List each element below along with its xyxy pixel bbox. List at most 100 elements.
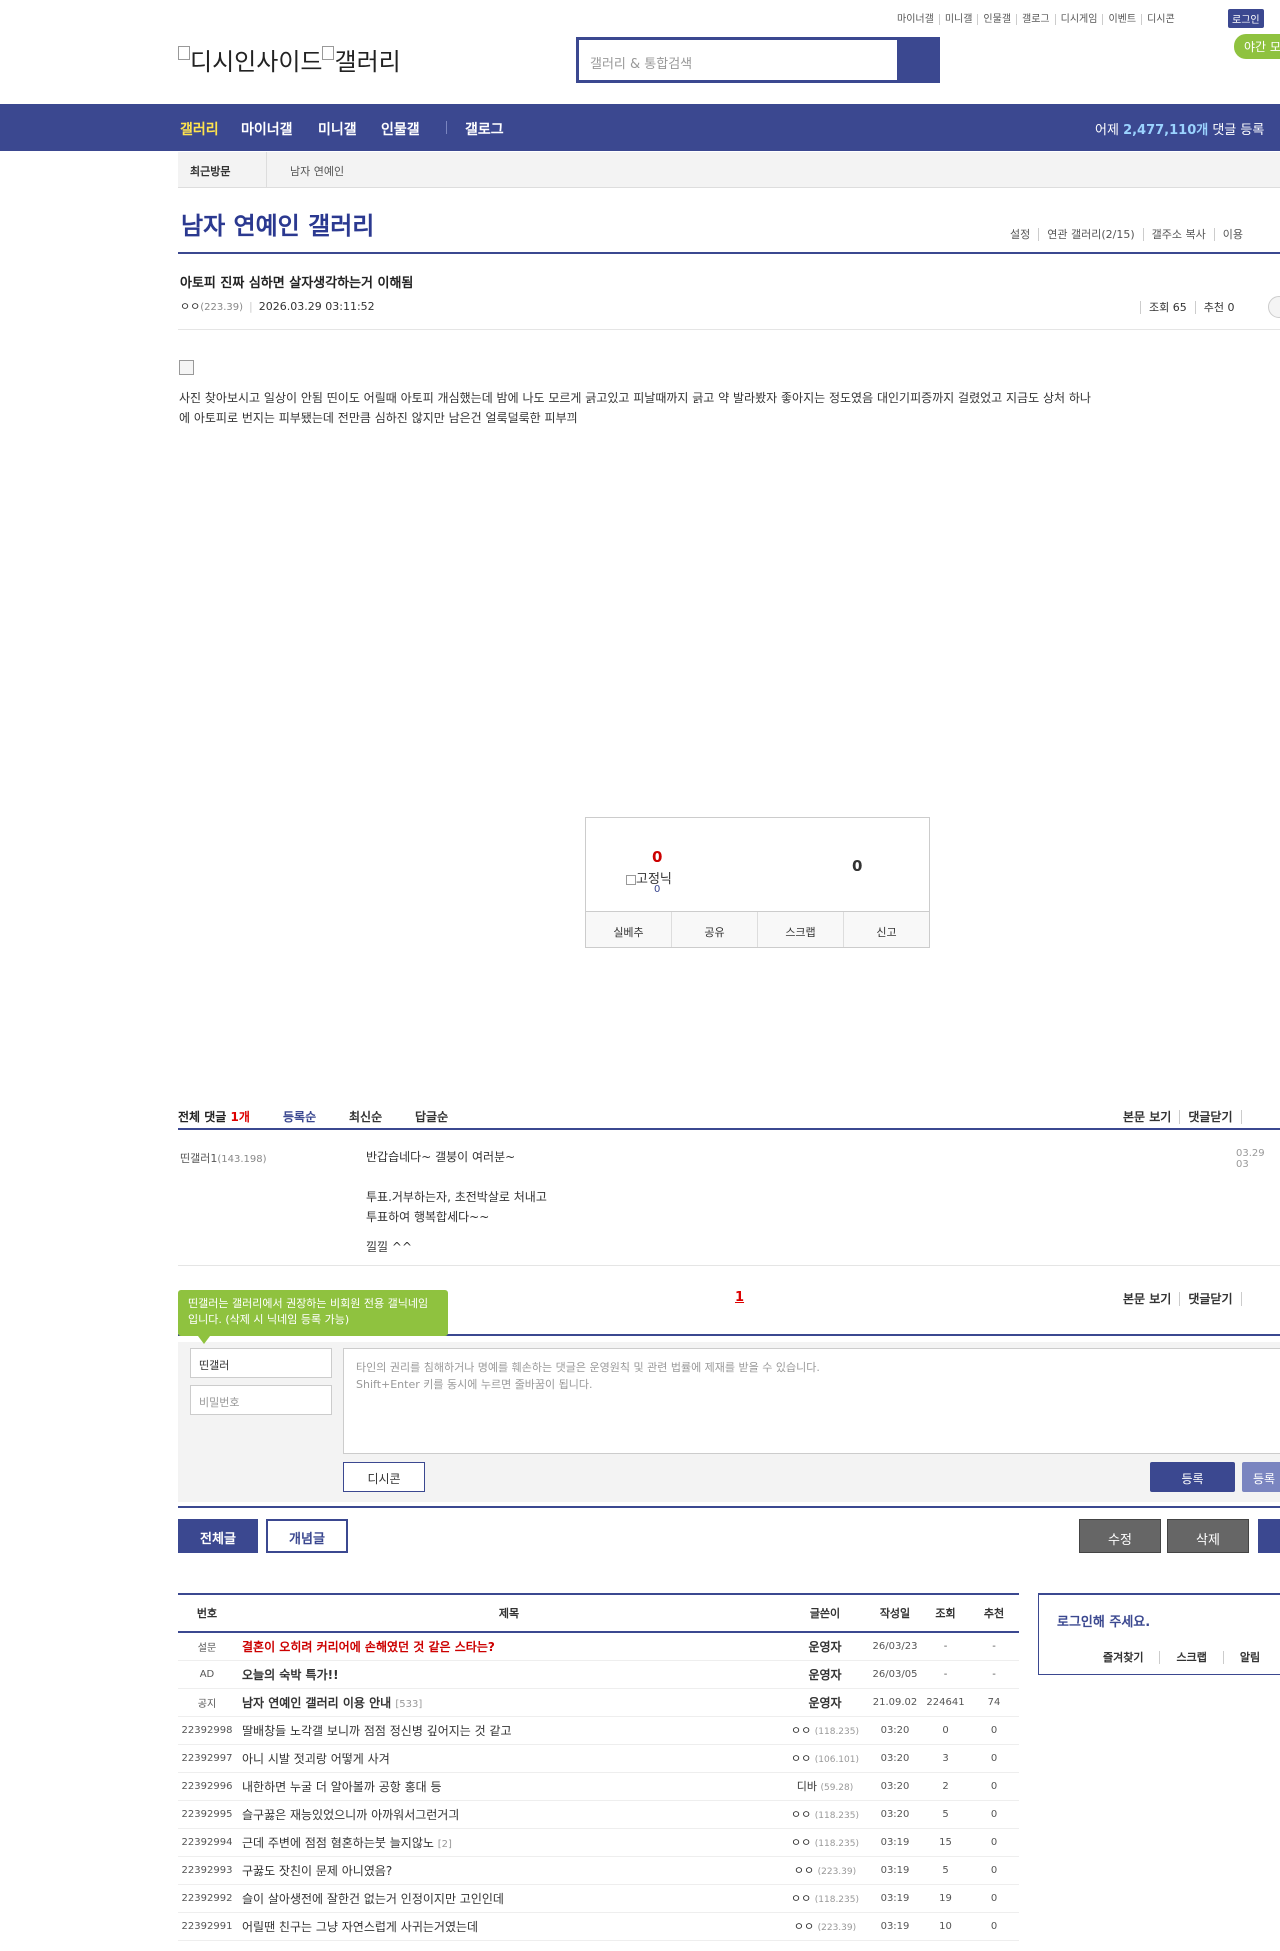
post-row[interactable]: 22392993 구꿇도 잣친이 문제 아니였음? ㅇㅇ (223.39) 03:1…	[178, 1856, 1019, 1885]
edit-button[interactable]: 수정	[1079, 1519, 1161, 1553]
nickname-input[interactable]: 띤갤러	[190, 1348, 332, 1378]
more-options-icon[interactable]	[1268, 296, 1280, 318]
nav-mini[interactable]: 미니갤	[318, 119, 357, 139]
close-comments-link-bottom[interactable]: 댓글닫기	[1179, 1292, 1241, 1306]
post-title-cell[interactable]: 구꿇도 잣친이 문제 아니였음?	[236, 1856, 782, 1885]
post-row[interactable]: AD 오늘의 숙박 특가!! 운영자 26/03/05- -	[178, 1660, 1019, 1689]
post-row[interactable]: 22392998 딸배창들 노각갤 보니까 점점 정신병 깊어지는 것 같고 ㅇㅇ…	[178, 1716, 1019, 1745]
gnb-link-dccon[interactable]: 디시콘	[1141, 14, 1180, 25]
post-row[interactable]: 22392997 아니 시발 젓괴랑 어떻게 사겨 ㅇㅇ (106.101) 03:…	[178, 1744, 1019, 1773]
report-button[interactable]: 신고	[843, 912, 929, 947]
delete-button[interactable]: 삭제	[1167, 1519, 1249, 1553]
post-row[interactable]: 22392996 내한하면 누굴 더 알아볼까 공항 홍대 등 디바 (59.28…	[178, 1772, 1019, 1801]
all-posts-button[interactable]: 전체글	[178, 1519, 258, 1553]
post-writer[interactable]: ㅇㅇ	[180, 300, 200, 313]
textarea-placeholder-line1: 타인의 권리를 침해하거나 명예를 훼손하는 댓글은 운영원칙 및 관련 법률에…	[356, 1361, 820, 1374]
sort-registered[interactable]: 등록순	[283, 1108, 316, 1125]
copy-address-link[interactable]: 갤주소 복사	[1142, 228, 1214, 241]
login-button[interactable]: 로그인	[1228, 9, 1264, 28]
gnb-link-minor[interactable]: 마이너갤	[892, 14, 939, 25]
register-button[interactable]: 등록	[1150, 1462, 1235, 1492]
post-writer-cell[interactable]: 운영자	[782, 1688, 868, 1717]
concept-posts-button[interactable]: 개념글	[266, 1519, 348, 1553]
gallery-title[interactable]: 남자 연예인 갤러리	[181, 206, 374, 241]
post-row-title[interactable]: 결혼이 오히려 커리어에 손해였던 것 같은 스타는?	[242, 1640, 495, 1654]
post-row-title[interactable]: 어릴땐 친구는 그냥 자연스럽게 사귀는거였는데	[242, 1920, 478, 1934]
password-input[interactable]: 비밀번호	[190, 1385, 332, 1415]
post-writer-cell[interactable]: ㅇㅇ (223.39)	[782, 1856, 868, 1885]
post-row[interactable]: 22392992 슬이 살아생전에 잘한건 없는거 인정이지만 고인인데 ㅇㅇ (…	[178, 1884, 1019, 1913]
post-title-cell[interactable]: 슬구꿇은 재능있었으니까 아까워서그런거긔	[236, 1800, 782, 1829]
comment-page-1[interactable]: 1	[735, 1290, 744, 1305]
post-row[interactable]: 22392995 슬구꿇은 재능있었으니까 아까워서그런거긔 ㅇㅇ (118.23…	[178, 1800, 1019, 1829]
gnb-link-mini[interactable]: 미니갤	[938, 14, 978, 25]
post-writer-cell[interactable]: ㅇㅇ (106.101)	[782, 1744, 868, 1773]
post-title-cell[interactable]: 어릴땐 친구는 그냥 자연스럽게 사귀는거였는데	[236, 1912, 782, 1941]
night-mode-button[interactable]: 야간 모	[1234, 34, 1280, 59]
sort-replies[interactable]: 답글순	[415, 1108, 448, 1125]
gnb-link-event[interactable]: 이벤트	[1102, 14, 1142, 25]
post-writer-cell[interactable]: 디바 (59.28)	[782, 1772, 868, 1801]
post-writer-cell[interactable]: ㅇㅇ (118.235)	[782, 1800, 868, 1829]
nav-gallery[interactable]: 갤러리	[180, 119, 219, 139]
site-logo[interactable]: 디시인사이드 갤러리	[178, 42, 401, 77]
nav-gallog[interactable]: 갤로그	[465, 119, 504, 139]
post-title-cell[interactable]: 슬이 살아생전에 잘한건 없는거 인정이지만 고인인데	[236, 1884, 782, 1913]
post-row-title[interactable]: 아니 시발 젓괴랑 어떻게 사겨	[242, 1752, 390, 1766]
gnb-link-person[interactable]: 인물갤	[977, 14, 1017, 25]
usage-link[interactable]: 이용	[1213, 228, 1251, 241]
post-writer-cell[interactable]: ㅇㅇ (118.235)	[782, 1828, 868, 1857]
related-gallery-link[interactable]: 연관 갤러리(2/15)	[1038, 228, 1143, 241]
nav-minor[interactable]: 마이너갤	[241, 119, 293, 139]
post-row[interactable]: 22392991 어릴땐 친구는 그냥 자연스럽게 사귀는거였는데 ㅇㅇ (223…	[178, 1912, 1019, 1941]
search-input[interactable]: 갤러리 & 통합검색	[579, 40, 897, 80]
view-body-link-bottom[interactable]: 본문 보기	[1115, 1292, 1179, 1306]
close-comments-link[interactable]: 댓글닫기	[1179, 1110, 1241, 1124]
post-title-cell[interactable]: 아니 시발 젓괴랑 어떻게 사겨	[236, 1744, 782, 1773]
post-row[interactable]: 공지 남자 연예인 갤러리 이용 안내 [533] 운영자 21.09.02 2246…	[178, 1688, 1019, 1717]
dccon-button[interactable]: 디시콘	[343, 1462, 425, 1492]
post-writer-cell[interactable]: 운영자	[782, 1660, 868, 1689]
gallery-settings-link[interactable]: 설정	[1002, 228, 1038, 241]
login-prompt[interactable]: 로그인해 주세요.	[1057, 1611, 1150, 1630]
post-writer-cell[interactable]: 운영자	[782, 1632, 868, 1661]
notification-link[interactable]: 알림	[1222, 1651, 1277, 1664]
register-other-button[interactable]: 등록	[1242, 1462, 1280, 1492]
post-row[interactable]: 22392994 근데 주변에 점점 혐혼하는붓 늘지않노 [2] ㅇㅇ (118.…	[178, 1828, 1019, 1857]
search-button[interactable]	[897, 40, 937, 80]
post-row-title[interactable]: 근데 주변에 점점 혐혼하는붓 늘지않노	[242, 1836, 434, 1850]
post-title-cell[interactable]: 남자 연예인 갤러리 이용 안내 [533]	[236, 1688, 782, 1717]
post-title-cell[interactable]: 오늘의 숙박 특가!!	[236, 1660, 782, 1689]
favorites-link[interactable]: 즐겨찾기	[1087, 1651, 1159, 1664]
post-writer-cell[interactable]: ㅇㅇ (118.235)	[782, 1884, 868, 1913]
best-button[interactable]: 실베추	[586, 912, 671, 947]
reply-count[interactable]: [533]	[395, 1699, 422, 1710]
recent-item[interactable]: 남자 연예인	[290, 163, 344, 179]
comment-textarea[interactable]: 타인의 권리를 침해하거나 명예를 훼손하는 댓글은 운영원칙 및 관련 법률에…	[343, 1348, 1280, 1454]
post-title-cell[interactable]: 딸배창들 노각갤 보니까 점점 정신병 깊어지는 것 같고	[236, 1716, 782, 1745]
nav-person[interactable]: 인물갤	[381, 119, 420, 139]
write-button[interactable]	[1258, 1519, 1280, 1553]
view-body-link[interactable]: 본문 보기	[1115, 1110, 1179, 1124]
post-row-title[interactable]: 딸배창들 노각갤 보니까 점점 정신병 깊어지는 것 같고	[242, 1724, 512, 1738]
post-title-cell[interactable]: 결혼이 오히려 커리어에 손해였던 것 같은 스타는?	[236, 1632, 782, 1661]
post-row-title[interactable]: 슬구꿇은 재능있었으니까 아까워서그런거긔	[242, 1808, 459, 1822]
scrap-button[interactable]: 스크랩	[757, 912, 843, 947]
gnb-link-game[interactable]: 디시게임	[1054, 14, 1103, 25]
post-title-cell[interactable]: 근데 주변에 점점 혐혼하는붓 늘지않노 [2]	[236, 1828, 782, 1857]
post-row-title[interactable]: 남자 연예인 갤러리 이용 안내	[242, 1696, 391, 1710]
gnb-link-gallog[interactable]: 갤로그	[1016, 14, 1055, 25]
reply-count[interactable]: [2]	[438, 1839, 452, 1850]
post-row-title[interactable]: 내한하면 누굴 더 알아볼까 공항 홍대 등	[242, 1780, 442, 1794]
post-title-cell[interactable]: 내한하면 누굴 더 알아볼까 공항 홍대 등	[236, 1772, 782, 1801]
comment-writer[interactable]: 띤갤러1(143.198)	[180, 1150, 267, 1166]
post-row-title[interactable]: 오늘의 숙박 특가!!	[242, 1668, 339, 1682]
scrap-link[interactable]: 스크랩	[1159, 1651, 1223, 1664]
sort-latest[interactable]: 최신순	[349, 1108, 382, 1125]
post-row-title[interactable]: 슬이 살아생전에 잘한건 없는거 인정이지만 고인인데	[242, 1892, 504, 1906]
post-writer-cell[interactable]: ㅇㅇ (118.235)	[782, 1716, 868, 1745]
share-button[interactable]: 공유	[671, 912, 757, 947]
post-row-title[interactable]: 구꿇도 잣친이 문제 아니였음?	[242, 1864, 392, 1878]
post-row[interactable]: 설문 결혼이 오히려 커리어에 손해였던 것 같은 스타는? 운영자 26/03/…	[178, 1632, 1019, 1661]
post-writer-cell[interactable]: ㅇㅇ (223.39)	[782, 1912, 868, 1941]
